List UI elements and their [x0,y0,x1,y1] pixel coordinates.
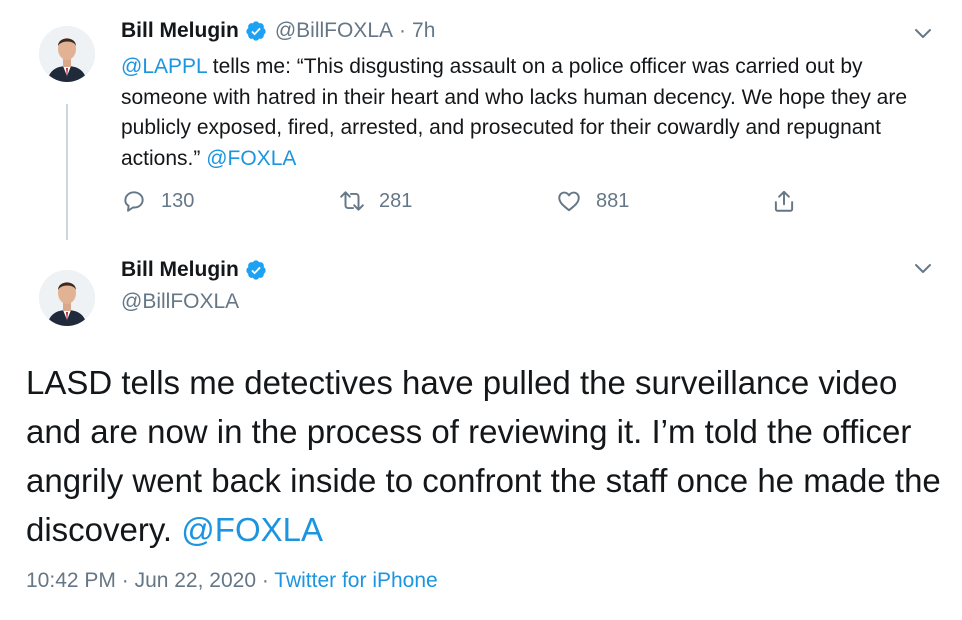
author-name[interactable]: Bill Melugin [121,19,239,43]
avatar[interactable] [39,270,95,326]
avatar-image [39,270,95,326]
separator-dot: · [256,569,275,592]
thread-connector-line [66,104,68,240]
tweet1-header: Bill Melugin @BillFOXLA · 7h [121,19,435,43]
retweet-icon [340,191,364,211]
avatar-image [39,26,95,82]
separator-dot: · [399,19,407,42]
chevron-down-icon[interactable] [914,28,932,40]
mention-link[interactable]: @FOXLA [181,511,323,548]
tweet-text: LASD tells me detectives have pulled the… [26,358,946,554]
chevron-down-icon[interactable] [914,263,932,275]
retweet-button[interactable]: 281 [339,188,412,214]
tweet-meta: 10:42 PM · Jun 22, 2020 · Twitter for iP… [26,569,438,593]
verified-icon [246,260,266,280]
tweet-time[interactable]: 10:42 PM [26,569,116,592]
tweet-date[interactable]: Jun 22, 2020 [135,569,256,592]
share-icon [774,190,794,212]
like-count: 881 [596,189,630,212]
like-icon [558,191,580,212]
retweet-count: 281 [379,189,413,212]
verified-icon [246,21,266,41]
author-name[interactable]: Bill Melugin [121,258,239,282]
author-handle[interactable]: @BillFOXLA [121,290,239,314]
avatar[interactable] [39,26,95,82]
mention-link[interactable]: @FOXLA [206,147,296,170]
source-link[interactable]: Twitter for iPhone [274,569,437,592]
like-button[interactable]: 881 [556,188,629,214]
separator-dot: · [115,569,135,592]
share-button[interactable] [771,188,797,214]
reply-icon [124,191,144,212]
author-handle[interactable]: @BillFOXLA [275,19,393,43]
reply-count: 130 [161,189,195,212]
reply-button[interactable]: 130 [121,188,194,214]
tweet-time[interactable]: 7h [412,19,435,43]
tweet-body: LASD tells me detectives have pulled the… [26,364,941,548]
tweet2-header: Bill Melugin [121,258,267,282]
tweet-text: @LAPPL tells me: “This disgusting assaul… [121,52,941,174]
mention-link[interactable]: @LAPPL [121,55,207,78]
